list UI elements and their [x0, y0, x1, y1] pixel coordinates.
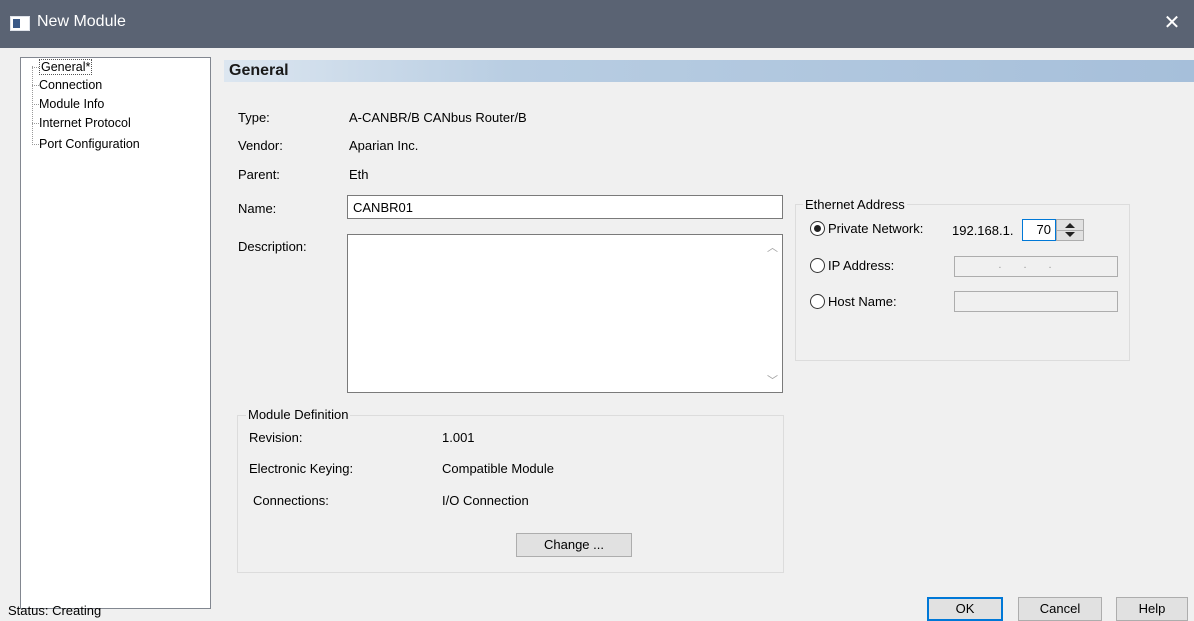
tree-item-label: General*	[39, 59, 93, 75]
tree-connector	[32, 85, 39, 86]
name-label: Name:	[238, 201, 277, 216]
type-value: A-CANBR/B CANbus Router/B	[349, 110, 527, 125]
tree-item-connection[interactable]: Connection	[39, 77, 102, 93]
ethernet-address-title: Ethernet Address	[803, 197, 907, 212]
scroll-up-icon[interactable]: ︿	[767, 239, 778, 255]
radio-checked-icon[interactable]	[810, 221, 825, 236]
tree-item-label: Internet Protocol	[39, 116, 131, 130]
revision-value: 1.001	[442, 430, 475, 445]
title-bar: New Module ✕	[0, 0, 1194, 48]
vendor-label: Vendor:	[238, 138, 283, 153]
parent-label: Parent:	[238, 167, 280, 182]
parent-value: Eth	[349, 167, 369, 182]
electronic-keying-value: Compatible Module	[442, 461, 555, 476]
private-network-octet-input[interactable]: 70	[1022, 219, 1056, 241]
cancel-button[interactable]: Cancel	[1018, 597, 1102, 621]
tree-item-general[interactable]: General*	[39, 59, 93, 75]
section-header: General	[224, 60, 1194, 82]
category-tree[interactable]: General* Connection Module Info Internet…	[20, 57, 211, 609]
tree-connector	[32, 144, 39, 145]
module-definition-title: Module Definition	[246, 407, 351, 422]
window-title: New Module	[37, 13, 126, 30]
tree-item-label: Port Configuration	[39, 137, 140, 151]
connections-value: I/O Connection	[442, 493, 529, 508]
host-name-radio[interactable]: Host Name:	[810, 294, 897, 309]
close-icon[interactable]: ✕	[1158, 9, 1186, 37]
spinner-divider	[1057, 230, 1083, 231]
tree-item-label: Connection	[39, 78, 103, 92]
description-scrollbar[interactable]: ︿ ﹀	[765, 235, 782, 392]
revision-label: Revision:	[249, 430, 303, 445]
status-text: Status: Creating	[8, 603, 102, 618]
electronic-keying-label: Electronic Keying:	[249, 461, 354, 476]
type-label: Type:	[238, 110, 270, 125]
radio-unchecked-icon[interactable]	[810, 258, 825, 273]
tree-connector	[32, 67, 39, 68]
section-title: General	[229, 62, 289, 79]
tree-item-internet-protocol[interactable]: Internet Protocol	[39, 115, 131, 131]
vendor-value: Aparian Inc.	[349, 138, 419, 153]
description-label: Description:	[238, 239, 307, 254]
private-network-label: Private Network:	[828, 221, 924, 236]
name-input[interactable]	[347, 195, 783, 219]
tree-item-label: Module Info	[39, 97, 105, 111]
ip-address-separators: ...	[998, 259, 1074, 271]
ip-address-field[interactable]: ...	[954, 256, 1118, 277]
host-name-field[interactable]	[954, 291, 1118, 312]
ip-address-radio[interactable]: IP Address:	[810, 258, 894, 273]
spin-down-icon[interactable]	[1065, 232, 1075, 237]
description-textarea[interactable]: ︿ ﹀	[347, 234, 783, 393]
spin-up-icon[interactable]	[1065, 223, 1075, 228]
octet-spinner[interactable]	[1056, 219, 1084, 241]
private-network-prefix: 192.168.1.	[952, 223, 1014, 238]
window-app-icon	[10, 16, 30, 31]
tree-connector	[32, 123, 39, 124]
radio-unchecked-icon[interactable]	[810, 294, 825, 309]
help-button[interactable]: Help	[1116, 597, 1188, 621]
tree-item-port-configuration[interactable]: Port Configuration	[39, 136, 140, 152]
connections-label: Connections:	[253, 493, 329, 508]
change-button[interactable]: Change ...	[516, 533, 632, 557]
tree-item-module-info[interactable]: Module Info	[39, 96, 104, 112]
tree-connector	[32, 104, 39, 105]
host-name-label: Host Name:	[828, 294, 897, 309]
ip-address-label: IP Address:	[828, 258, 895, 273]
private-network-radio[interactable]: Private Network:	[810, 221, 923, 236]
tree-connector-line	[32, 66, 33, 145]
scroll-down-icon[interactable]: ﹀	[767, 372, 778, 388]
ok-button[interactable]: OK	[927, 597, 1003, 621]
